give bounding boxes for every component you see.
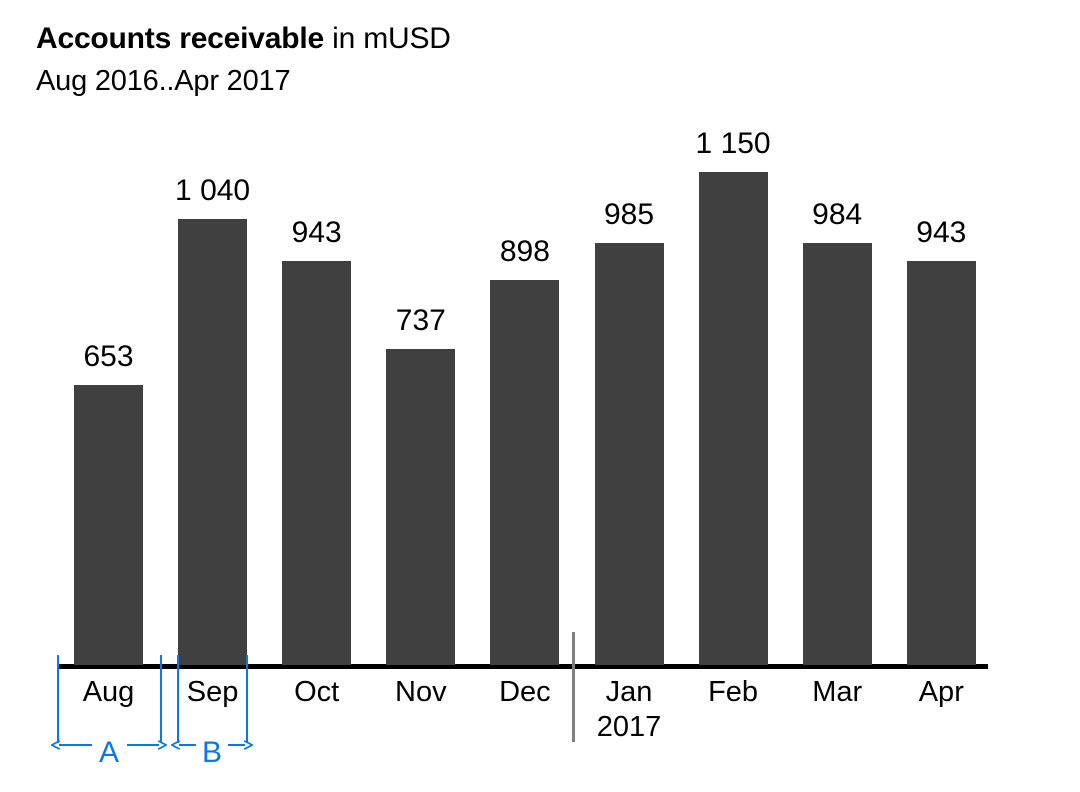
annotation-label-b: B [201,736,222,769]
annotation-label-a: A [98,736,119,769]
annotation-arrows [0,0,1080,792]
plot-area: 653 1 040 943 737 898 985 1 150 984 943 Aug Sep Oc… [0,0,1080,792]
chart-container: Accounts receivable in mUSD Aug 2016..Ap… [0,0,1080,792]
